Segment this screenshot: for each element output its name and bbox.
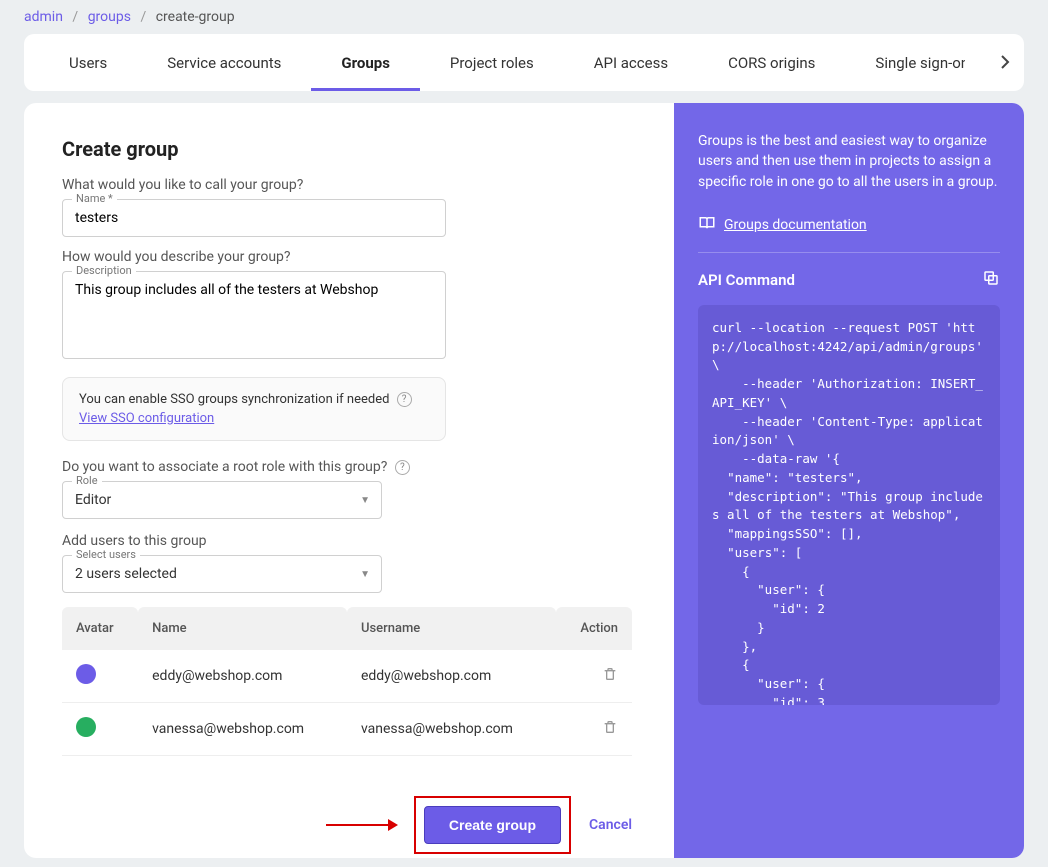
api-command-title: API Command <box>698 271 795 289</box>
table-row: eddy@webshop.comeddy@webshop.com <box>62 650 632 703</box>
help-icon[interactable]: ? <box>397 392 412 407</box>
help-icon[interactable]: ? <box>395 460 410 475</box>
desc-question: How would you describe your group? <box>62 249 636 265</box>
tab-project-roles[interactable]: Project roles <box>420 34 564 91</box>
role-question: Do you want to associate a root role wit… <box>62 459 636 475</box>
tab-service-accounts[interactable]: Service accounts <box>137 34 311 91</box>
users-question: Add users to this group <box>62 533 636 549</box>
side-intro: Groups is the best and easiest way to or… <box>698 131 1000 192</box>
avatar <box>76 717 96 737</box>
role-float-label: Role <box>72 474 102 487</box>
tab-cors-origins[interactable]: CORS origins <box>698 34 845 91</box>
col-name: Name <box>138 607 347 650</box>
trash-icon[interactable] <box>602 723 618 739</box>
col-avatar: Avatar <box>62 607 138 650</box>
copy-icon[interactable] <box>982 269 1000 291</box>
crumb-admin[interactable]: admin <box>24 9 63 25</box>
tab-groups[interactable]: Groups <box>311 34 420 91</box>
sso-config-link[interactable]: View SSO configuration <box>79 411 214 426</box>
table-row: vanessa@webshop.comvanessa@webshop.com <box>62 703 632 756</box>
col-action: Action <box>556 607 632 650</box>
chevron-right-icon[interactable] <box>1000 54 1010 74</box>
role-select[interactable]: Editor <box>62 481 382 519</box>
book-icon <box>698 214 716 236</box>
cancel-link[interactable]: Cancel <box>589 817 632 833</box>
cell-name: vanessa@webshop.com <box>138 703 347 756</box>
tab-api-access[interactable]: API access <box>564 34 698 91</box>
name-question: What would you like to call your group? <box>62 177 636 193</box>
crumb-current: create-group <box>156 9 235 25</box>
crumb-groups[interactable]: groups <box>88 9 131 25</box>
side-panel: Groups is the best and easiest way to or… <box>674 103 1024 858</box>
tab-single-sign-on[interactable]: Single sign-on <box>845 34 965 91</box>
create-group-button[interactable]: Create group <box>424 806 561 844</box>
sso-callout: You can enable SSO groups synchronizatio… <box>62 377 446 441</box>
annotation-highlight: Create group <box>414 796 571 854</box>
desc-float-label: Description <box>72 264 136 277</box>
tab-users[interactable]: Users <box>39 34 137 91</box>
api-code-block[interactable]: curl --location --request POST 'http://l… <box>698 305 1000 705</box>
sso-note-text: You can enable SSO groups synchronizatio… <box>79 392 389 407</box>
docs-link[interactable]: Groups documentation <box>724 217 867 233</box>
name-float-label: Name * <box>72 192 117 205</box>
users-table: Avatar Name Username Action eddy@webshop… <box>62 607 632 756</box>
page-title: Create group <box>62 137 636 161</box>
form-panel: Create group What would you like to call… <box>24 103 674 858</box>
cell-name: eddy@webshop.com <box>138 650 347 703</box>
cell-username: eddy@webshop.com <box>347 650 556 703</box>
trash-icon[interactable] <box>602 670 618 686</box>
breadcrumb: admin / groups / create-group <box>0 0 1048 34</box>
name-input[interactable] <box>62 199 446 237</box>
col-username: Username <box>347 607 556 650</box>
users-float-label: Select users <box>72 548 140 561</box>
cell-username: vanessa@webshop.com <box>347 703 556 756</box>
avatar <box>76 664 96 684</box>
nav-tabs: Users Service accounts Groups Project ro… <box>24 34 1024 91</box>
divider <box>698 252 1000 253</box>
description-input[interactable] <box>62 271 446 359</box>
annotation-arrow-icon <box>326 824 396 826</box>
